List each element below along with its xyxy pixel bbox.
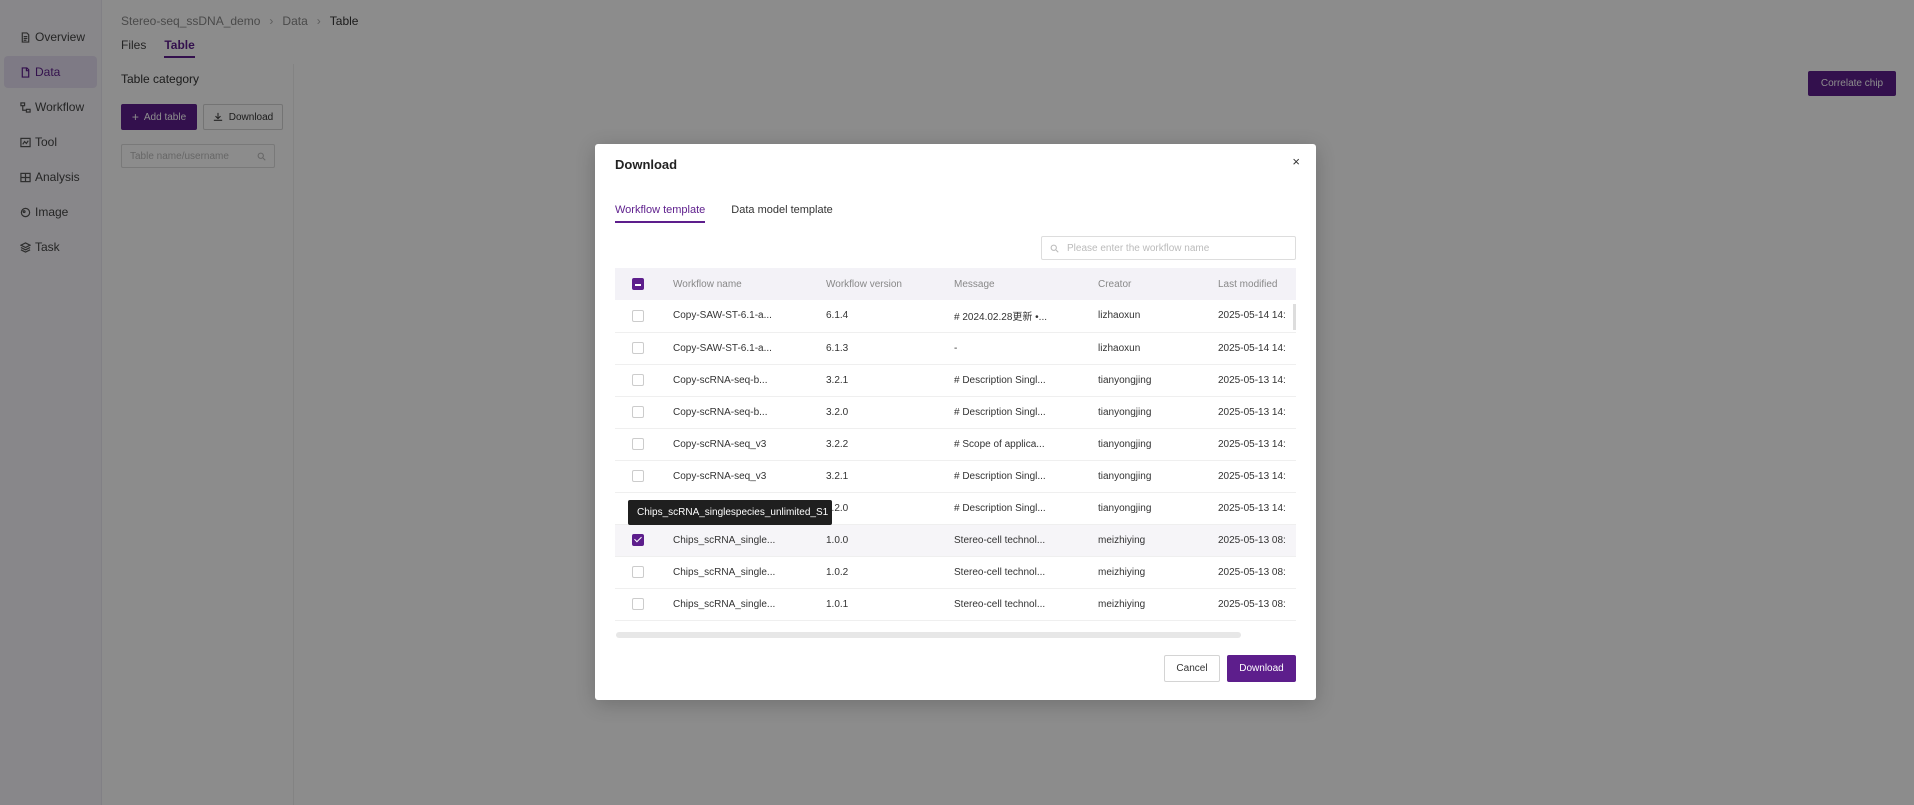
cell-message: Stereo-cell technol... xyxy=(945,524,1089,557)
cell-version: 6.1.4 xyxy=(817,300,945,333)
cell-creator: tianyongjing xyxy=(1089,396,1209,429)
column-header-modified: Last modified xyxy=(1218,278,1278,290)
cell-modified: 2025-05-13 14: xyxy=(1209,428,1296,461)
column-header-version: Workflow version xyxy=(826,278,902,290)
cell-creator: meizhiying xyxy=(1089,556,1209,589)
column-header-creator: Creator xyxy=(1098,278,1132,290)
cell-message: # 2024.02.28更新 •... xyxy=(945,300,1089,333)
cell-version: 6.1.3 xyxy=(817,332,945,365)
table-row[interactable]: Copy-SAW-ST-6.1-a... 6.1.4 # 2024.02.28更… xyxy=(615,300,1296,333)
cell-message: Stereo-cell technol... xyxy=(945,588,1089,621)
search-icon xyxy=(1050,244,1059,253)
cancel-button[interactable]: Cancel xyxy=(1164,655,1220,682)
app-root: Overview Data Workflow Tool Analysis Ima… xyxy=(0,0,1914,805)
row-checkbox[interactable] xyxy=(632,598,644,610)
cell-name: Copy-SAW-ST-6.1-a... xyxy=(664,300,817,333)
cell-version: 1.0.2 xyxy=(817,556,945,589)
cell-creator: meizhiying xyxy=(1089,524,1209,557)
workflow-table: Workflow name Workflow version Message C… xyxy=(615,268,1296,640)
table-row[interactable]: Copy-scRNA-seq_v3 3.2.2 # Scope of appli… xyxy=(615,428,1296,461)
cell-version: 1.0.0 xyxy=(817,524,945,557)
row-checkbox[interactable] xyxy=(632,309,644,322)
cell-modified: 2025-05-13 14: xyxy=(1209,460,1296,493)
cell-modified: 2025-05-13 14: xyxy=(1209,492,1296,525)
cell-message: # Description Singl... xyxy=(945,460,1089,493)
search-placeholder: Please enter the workflow name xyxy=(1067,242,1210,254)
cell-name: Chips_scRNA_single... xyxy=(664,556,817,589)
table-row[interactable]: Chips_scRNA_single... 1.0.2 Stereo-cell … xyxy=(615,556,1296,589)
cell-version: 3.2.1 xyxy=(817,460,945,493)
row-checkbox[interactable] xyxy=(632,470,644,482)
table-row[interactable]: Copy-scRNA-seq-b... 3.2.0 # Description … xyxy=(615,396,1296,429)
cell-version: 3.2.0 xyxy=(817,492,945,525)
cell-modified: 2025-05-14 14: xyxy=(1209,332,1296,365)
cell-modified: 2025-05-13 14: xyxy=(1209,396,1296,429)
cell-version: 3.2.0 xyxy=(817,396,945,429)
cell-name: Copy-scRNA-seq-b... xyxy=(664,396,817,429)
row-checkbox[interactable] xyxy=(632,438,644,450)
cell-message: # Description Singl... xyxy=(945,364,1089,397)
cell-message: - xyxy=(945,332,1089,365)
row-checkbox[interactable] xyxy=(632,374,644,386)
table-header-row: Workflow name Workflow version Message C… xyxy=(615,268,1296,300)
cell-name: Chips_scRNA_single... xyxy=(664,524,817,557)
table-row[interactable]: Copy-SAW-ST-6.1-a... 6.1.3 - lizhaoxun 2… xyxy=(615,332,1296,365)
cell-name: Chips_scRNA_single... xyxy=(664,588,817,621)
table-row[interactable]: Copy-scRNA-seq-b... 3.2.1 # Description … xyxy=(615,364,1296,397)
cell-creator: tianyongjing xyxy=(1089,492,1209,525)
modal-title: Download xyxy=(615,157,678,172)
modal-tabs: Workflow template Data model template xyxy=(615,204,833,223)
row-checkbox[interactable] xyxy=(632,566,644,578)
cell-creator: tianyongjing xyxy=(1089,428,1209,461)
table-row[interactable]: Chips_scRNA_single... 1.0.1 Stereo-cell … xyxy=(615,588,1296,621)
close-icon[interactable]: × xyxy=(1292,154,1300,169)
cell-modified: 2025-05-14 14: xyxy=(1209,300,1296,333)
horizontal-scrollbar[interactable] xyxy=(616,632,1241,638)
cell-version: 3.2.1 xyxy=(817,364,945,397)
cell-name: Copy-scRNA-seq-b... xyxy=(664,364,817,397)
cell-modified: 2025-05-13 08: xyxy=(1209,524,1296,557)
download-modal: Download × Workflow template Data model … xyxy=(595,144,1316,700)
cell-message: # Scope of applica... xyxy=(945,428,1089,461)
cell-modified: 2025-05-13 08: xyxy=(1209,588,1296,621)
tab-data-model-template[interactable]: Data model template xyxy=(731,204,833,223)
cell-version: 3.2.2 xyxy=(817,428,945,461)
cell-creator: lizhaoxun xyxy=(1089,332,1209,365)
workflow-search-input[interactable]: Please enter the workflow name xyxy=(1041,236,1296,260)
table-row-selected[interactable]: Chips_scRNA_single... 1.0.0 Stereo-cell … xyxy=(615,524,1296,557)
row-checkbox[interactable] xyxy=(632,406,644,418)
tab-workflow-template[interactable]: Workflow template xyxy=(615,204,706,223)
cell-message: # Description Singl... xyxy=(945,492,1089,525)
cell-version: 1.0.1 xyxy=(817,588,945,621)
confirm-download-button[interactable]: Download xyxy=(1227,655,1296,682)
cell-name: Copy-SAW-ST-6.1-a... xyxy=(664,332,817,365)
table-row[interactable]: Copy-scRNA-seq_v3 3.2.1 # Description Si… xyxy=(615,460,1296,493)
cell-creator: tianyongjing xyxy=(1089,364,1209,397)
cell-creator: tianyongjing xyxy=(1089,460,1209,493)
cell-name: Copy-scRNA-seq_v3 xyxy=(664,428,817,461)
select-all-checkbox[interactable] xyxy=(632,278,644,290)
column-header-name: Workflow name xyxy=(673,278,742,290)
cell-message: Stereo-cell technol... xyxy=(945,556,1089,589)
cell-modified: 2025-05-13 08: xyxy=(1209,556,1296,589)
row-checkbox[interactable] xyxy=(632,342,644,354)
workflow-name-tooltip: Chips_scRNA_singlespecies_unlimited_S1 xyxy=(628,500,832,525)
cell-creator: lizhaoxun xyxy=(1089,300,1209,333)
vertical-scrollbar[interactable] xyxy=(1293,304,1296,330)
column-header-message: Message xyxy=(954,278,995,290)
cell-name: Copy-scRNA-seq_v3 xyxy=(664,460,817,493)
cell-modified: 2025-05-13 14: xyxy=(1209,364,1296,397)
row-checkbox-checked[interactable] xyxy=(632,534,644,546)
cell-message: # Description Singl... xyxy=(945,396,1089,429)
cell-creator: meizhiying xyxy=(1089,588,1209,621)
